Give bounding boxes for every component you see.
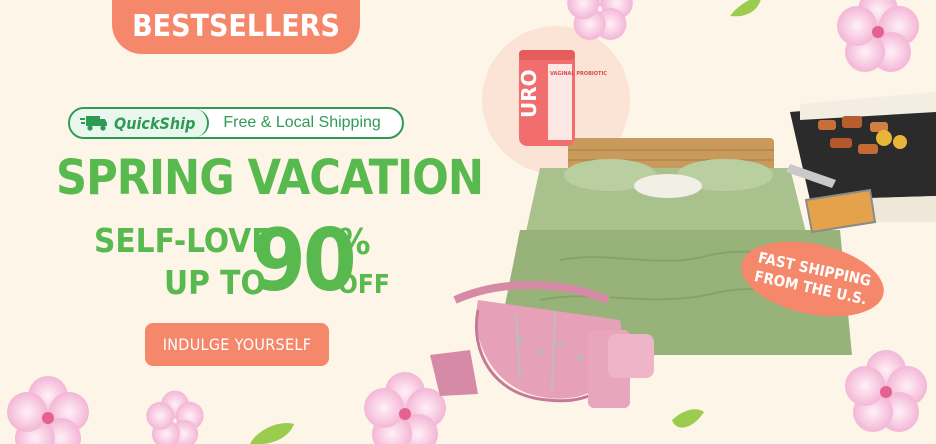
leaf-icon [730, 0, 761, 17]
delivery-truck-icon [80, 116, 107, 131]
flower-icon [146, 390, 204, 444]
quickship-badge: QuickShip Free & Local Shipping [68, 107, 404, 139]
jar-label-text: VAGINAL PROBIOTIC [550, 71, 607, 77]
flower-icon [845, 350, 927, 432]
subline-self-love: SELF-LOVE [94, 221, 272, 260]
headline: SPRING VACATION [56, 150, 484, 206]
discount-percent-symbol: % [338, 222, 371, 263]
bestsellers-tab[interactable]: BESTSELLERS [112, 0, 360, 54]
flower-icon [364, 372, 446, 444]
jar-brand-text: URO [517, 69, 541, 118]
flower-icon [837, 0, 919, 72]
subline-up-to: UP TO [164, 263, 266, 302]
electric-grill-image [786, 92, 936, 234]
discount-off-label: OFF [338, 270, 390, 300]
indulge-yourself-button[interactable]: INDULGE YOURSELF [145, 323, 329, 366]
quickship-brand: QuickShip [114, 113, 196, 133]
quickship-brand-area: QuickShip [70, 109, 210, 137]
leaf-icon [250, 423, 294, 444]
flower-icon [7, 376, 89, 444]
quickship-text: Free & Local Shipping [223, 114, 381, 131]
promo-banner[interactable]: URO VAGINAL PROBIOTIC BESTSELLERS QuickS… [0, 0, 936, 444]
leaf-icon [672, 409, 704, 428]
